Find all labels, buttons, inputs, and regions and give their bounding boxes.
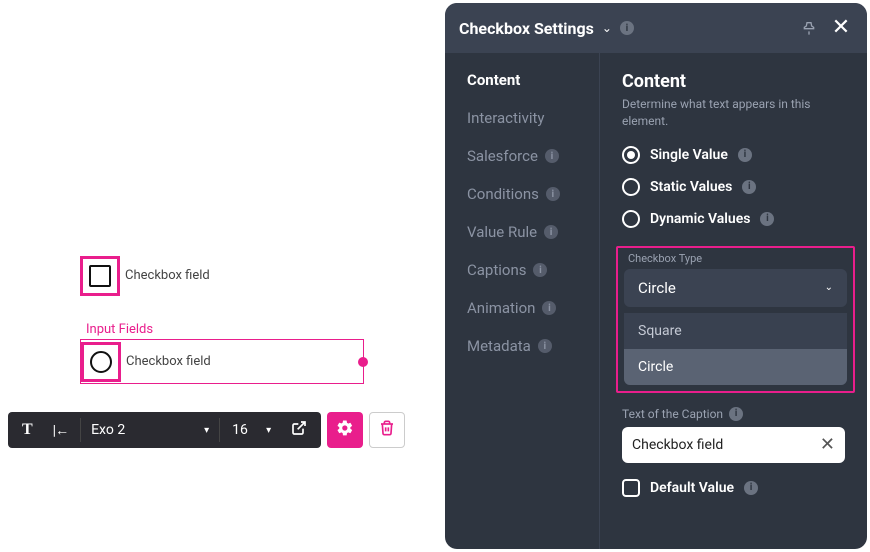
radio-icon bbox=[622, 210, 640, 228]
font-size-select[interactable]: 16 ▾ bbox=[224, 418, 279, 442]
clear-icon[interactable]: ✕ bbox=[820, 434, 835, 455]
close-icon: ✕ bbox=[832, 17, 850, 39]
caption-text-label-text: Text of the Caption bbox=[622, 407, 723, 421]
info-icon[interactable]: i bbox=[744, 481, 758, 495]
indent-button[interactable]: |← bbox=[45, 418, 76, 443]
chevron-down-icon: ▾ bbox=[266, 425, 271, 436]
checkbox-field-circle-label: Checkbox field bbox=[126, 354, 211, 369]
info-icon: i bbox=[544, 225, 558, 239]
radio-static-values[interactable]: Static Values i bbox=[622, 178, 845, 196]
nav-interactivity-label: Interactivity bbox=[467, 109, 545, 127]
external-link-icon bbox=[291, 420, 307, 440]
default-value-label: Default Value bbox=[650, 480, 734, 496]
content-heading: Content bbox=[622, 71, 845, 92]
checkbox-icon bbox=[622, 479, 640, 497]
checkbox-type-options: Square Circle bbox=[624, 313, 847, 385]
text-icon: T bbox=[22, 421, 33, 439]
trash-icon bbox=[379, 420, 395, 440]
option-square[interactable]: Square bbox=[624, 313, 847, 349]
default-value-checkbox[interactable]: Default Value i bbox=[622, 479, 845, 497]
font-family-select[interactable]: Exo 2 ▾ bbox=[80, 418, 220, 442]
content-subtitle: Determine what text appears in this elem… bbox=[622, 96, 845, 130]
nav-animation-label: Animation bbox=[467, 299, 535, 317]
caption-text-value: Checkbox field bbox=[632, 437, 820, 453]
nav-content-label: Content bbox=[467, 71, 520, 89]
checkbox-field-circle-selected[interactable]: Checkbox field bbox=[80, 339, 364, 384]
nav-animation[interactable]: Animation i bbox=[467, 299, 599, 317]
radio-dynamic-label: Dynamic Values bbox=[650, 211, 750, 227]
font-size-value: 16 bbox=[232, 422, 248, 438]
chevron-down-icon: ⌄ bbox=[825, 282, 833, 293]
nav-captions[interactable]: Captions i bbox=[467, 261, 599, 279]
gear-icon bbox=[336, 419, 354, 441]
close-button[interactable]: ✕ bbox=[829, 16, 853, 40]
checkbox-type-value: Circle bbox=[638, 279, 676, 297]
pin-button[interactable] bbox=[797, 16, 821, 40]
formatting-toolbar: T |← Exo 2 ▾ 16 ▾ bbox=[8, 412, 405, 448]
chevron-down-icon[interactable]: ⌄ bbox=[602, 21, 612, 35]
info-icon: i bbox=[545, 149, 559, 163]
checkbox-type-select[interactable]: Circle ⌄ bbox=[624, 269, 847, 307]
nav-salesforce[interactable]: Salesforce i bbox=[467, 147, 599, 165]
radio-icon bbox=[622, 178, 640, 196]
nav-value-rule[interactable]: Value Rule i bbox=[467, 223, 599, 241]
caption-text-input[interactable]: Checkbox field ✕ bbox=[622, 427, 845, 463]
info-icon: i bbox=[533, 263, 547, 277]
radio-static-label: Static Values bbox=[650, 179, 732, 195]
nav-salesforce-label: Salesforce bbox=[467, 147, 538, 165]
value-type-radio-group: Single Value i Static Values i Dynamic V… bbox=[622, 146, 845, 228]
nav-conditions-label: Conditions bbox=[467, 185, 539, 203]
font-family-value: Exo 2 bbox=[91, 422, 125, 438]
info-icon[interactable]: i bbox=[729, 407, 743, 421]
radio-icon bbox=[622, 146, 640, 164]
info-icon[interactable]: i bbox=[738, 148, 752, 162]
nav-interactivity[interactable]: Interactivity bbox=[467, 109, 599, 127]
settings-panel: Checkbox Settings ⌄ i ✕ Content Interact… bbox=[445, 3, 867, 549]
info-icon: i bbox=[542, 301, 556, 315]
text-style-button[interactable]: T bbox=[14, 417, 41, 443]
checkbox-field-square-label: Checkbox field bbox=[125, 268, 210, 283]
indent-icon: |← bbox=[53, 422, 68, 439]
checkbox-type-label: Checkbox Type bbox=[624, 252, 847, 265]
option-circle[interactable]: Circle bbox=[624, 349, 847, 385]
caption-text-label: Text of the Caption i bbox=[622, 407, 845, 421]
selection-handle[interactable] bbox=[358, 357, 368, 367]
nav-content[interactable]: Content bbox=[467, 71, 599, 89]
checkbox-type-highlight: Checkbox Type Circle ⌄ Square Circle bbox=[616, 246, 855, 393]
nav-metadata[interactable]: Metadata i bbox=[467, 337, 599, 355]
checkbox-field-square[interactable] bbox=[80, 256, 120, 296]
radio-dynamic-values[interactable]: Dynamic Values i bbox=[622, 210, 845, 228]
panel-header: Checkbox Settings ⌄ i ✕ bbox=[445, 3, 867, 53]
panel-body: Content Interactivity Salesforce i Condit… bbox=[445, 53, 867, 549]
nav-value-rule-label: Value Rule bbox=[467, 223, 537, 241]
panel-title: Checkbox Settings bbox=[459, 19, 594, 38]
content-pane: Content Determine what text appears in t… bbox=[600, 53, 867, 549]
settings-button[interactable] bbox=[327, 412, 363, 448]
input-fields-group-label: Input Fields bbox=[86, 322, 153, 337]
nav-metadata-label: Metadata bbox=[467, 337, 531, 355]
info-icon[interactable]: i bbox=[620, 21, 634, 35]
nav-conditions[interactable]: Conditions i bbox=[467, 185, 599, 203]
checkbox-circle-wrap bbox=[81, 342, 121, 382]
info-icon: i bbox=[538, 339, 552, 353]
chevron-down-icon: ▾ bbox=[204, 425, 209, 436]
nav-captions-label: Captions bbox=[467, 261, 526, 279]
info-icon: i bbox=[546, 187, 560, 201]
info-icon[interactable]: i bbox=[760, 212, 774, 226]
square-checkbox-icon bbox=[89, 265, 111, 287]
radio-single-value[interactable]: Single Value i bbox=[622, 146, 845, 164]
delete-button[interactable] bbox=[369, 412, 405, 448]
external-link-button[interactable] bbox=[283, 416, 315, 444]
circle-checkbox-icon bbox=[90, 351, 112, 373]
toolbar-dark-group: T |← Exo 2 ▾ 16 ▾ bbox=[8, 412, 321, 448]
info-icon[interactable]: i bbox=[742, 180, 756, 194]
radio-single-label: Single Value bbox=[650, 147, 728, 163]
settings-side-nav: Content Interactivity Salesforce i Condit… bbox=[445, 53, 600, 549]
